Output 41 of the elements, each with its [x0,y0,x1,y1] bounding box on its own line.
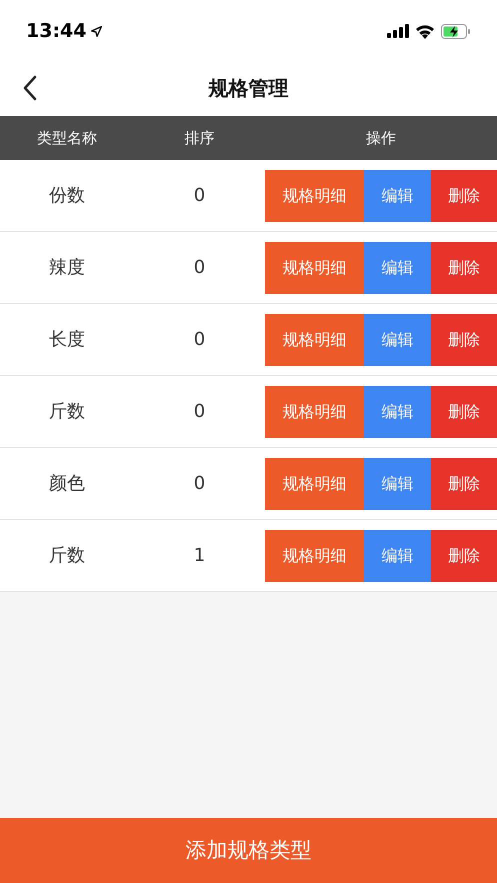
order-cell-text: 0 [192,256,206,280]
add-spec-type-button[interactable]: 添加规格类型 [0,818,497,883]
type-name-cell-text: 长度 [48,328,86,352]
order-cell-text: 0 [192,472,206,496]
type-name-cell-text: 辣度 [48,256,86,280]
battery-charging-icon [441,24,471,38]
edit-button[interactable]: 编辑 [364,314,431,366]
spec-detail-button[interactable]: 规格明细 [265,386,364,438]
type-name-cell-text: 斤数 [48,544,86,568]
delete-button[interactable]: 删除 [431,242,497,294]
delete-button[interactable]: 删除 [431,530,497,582]
edit-button[interactable]: 编辑 [364,458,431,510]
order-cell-text: 1 [192,544,206,568]
spec-detail-button[interactable]: 规格明细 [265,530,364,582]
delete-button[interactable]: 删除 [431,314,497,366]
order-cell-text: 0 [192,400,206,424]
edit-button[interactable]: 编辑 [364,386,431,438]
delete-button[interactable]: 删除 [431,458,497,510]
spec-detail-button[interactable]: 规格明细 [265,170,364,222]
status-time: 13:44 [26,18,86,44]
spec-detail-button[interactable]: 规格明细 [265,314,364,366]
column-header: 类型名称 [36,128,98,149]
order-cell-text: 0 [192,184,206,208]
edit-button[interactable]: 编辑 [364,530,431,582]
location-arrow-icon [90,24,104,38]
delete-button[interactable]: 删除 [431,386,497,438]
type-name-cell-text: 颜色 [48,472,86,496]
back-icon[interactable] [22,75,38,101]
edit-button[interactable]: 编辑 [364,242,431,294]
page-title: 规格管理 [208,75,288,102]
type-name-cell-text: 份数 [48,184,86,208]
delete-button[interactable]: 删除 [431,170,497,222]
order-cell-text: 0 [192,328,206,352]
spec-detail-button[interactable]: 规格明细 [265,242,364,294]
signal-icon [387,24,409,38]
wifi-icon [415,24,435,38]
type-name-cell-text: 斤数 [48,400,86,424]
spec-detail-button[interactable]: 规格明细 [265,458,364,510]
column-header: 排序 [184,128,216,149]
edit-button[interactable]: 编辑 [364,170,431,222]
column-header: 操作 [365,128,397,149]
